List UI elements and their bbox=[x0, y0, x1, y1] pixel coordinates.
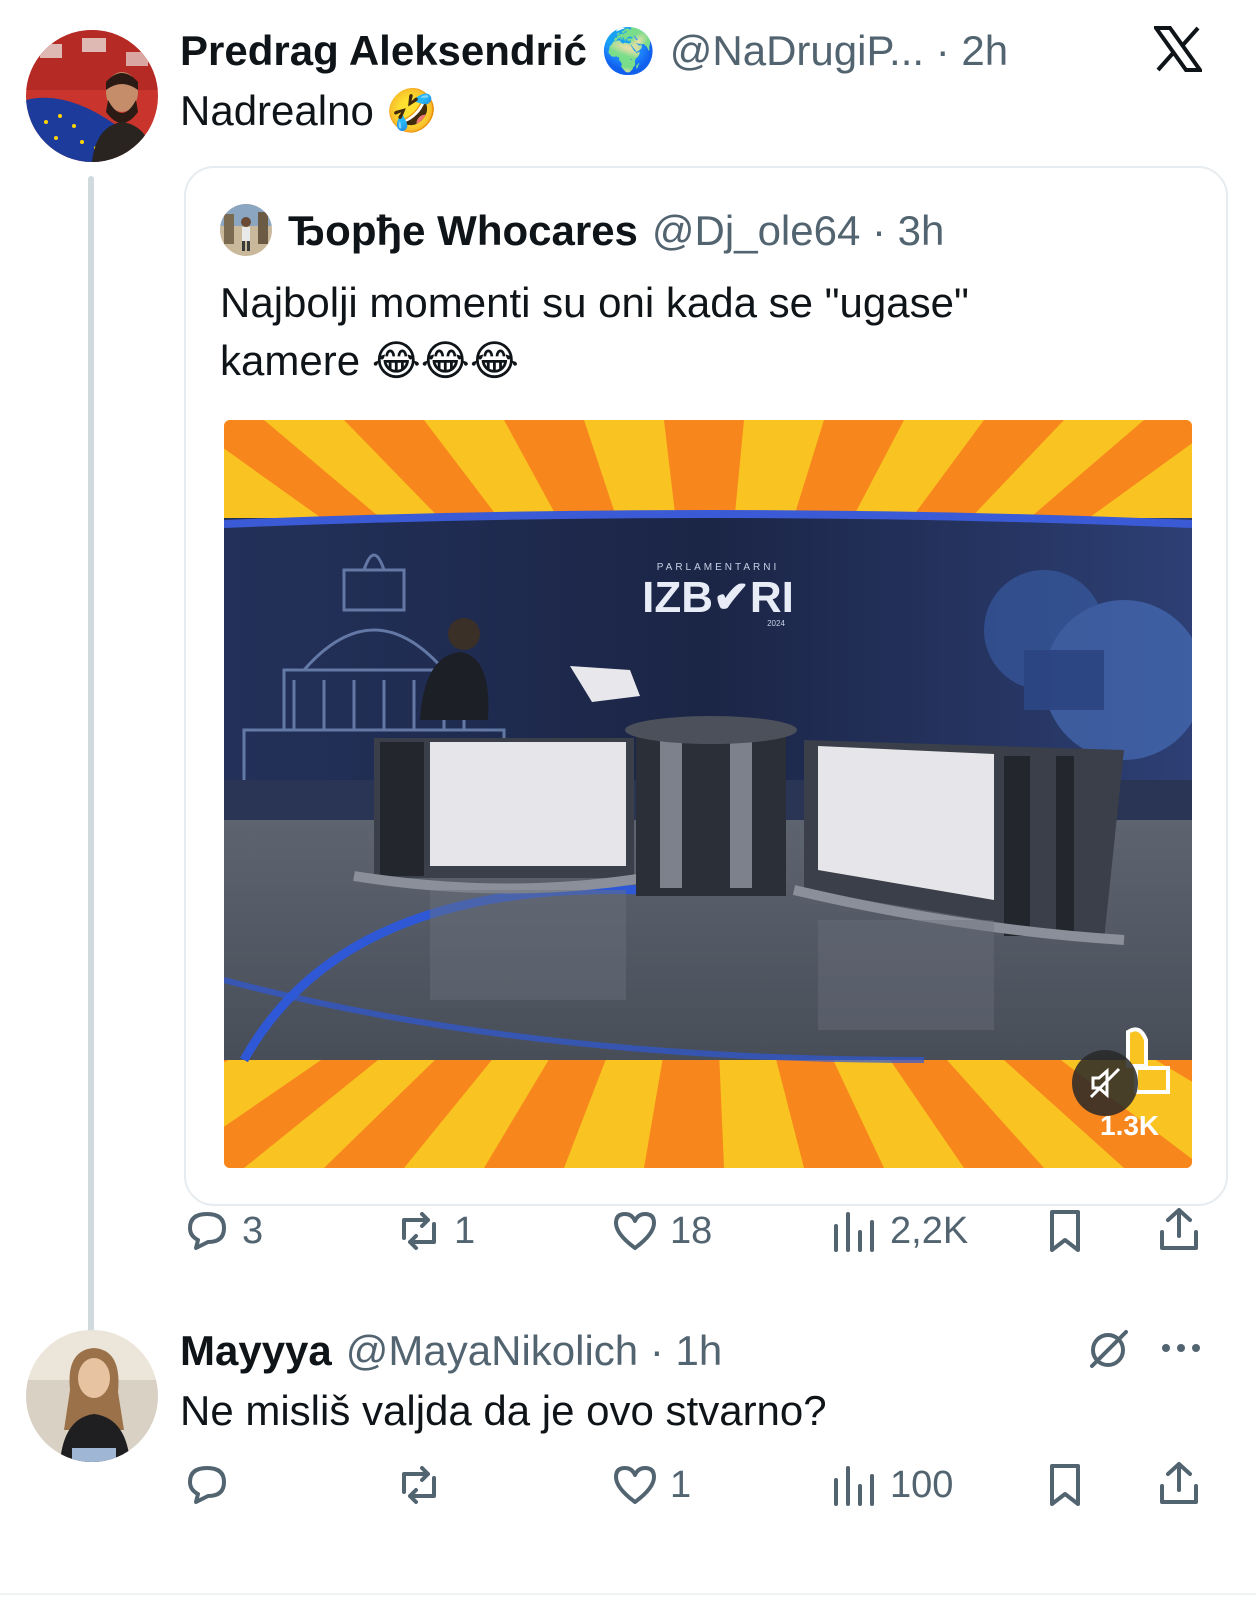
reply-views-count: 100 bbox=[890, 1463, 954, 1506]
like-count: 18 bbox=[670, 1209, 713, 1252]
quoted-tweet-header: Ђорђе Whocares @Dj_ole64 · 3h bbox=[288, 206, 944, 256]
tweet-header: Predrag Aleksendrić 🌍 @NaDrugiP... · 2h bbox=[180, 24, 1008, 78]
reply-reply-button[interactable] bbox=[182, 1460, 242, 1510]
reply-icon bbox=[188, 1466, 226, 1504]
quoted-tweet-text-line2: kamere 😂😂😂 bbox=[220, 337, 519, 384]
share-button[interactable] bbox=[1156, 1206, 1202, 1252]
globe-badge-icon: 🌍 bbox=[600, 26, 656, 77]
reply-bookmark-button[interactable] bbox=[1042, 1462, 1088, 1508]
author-handle-time[interactable]: @NaDrugiP... · 2h bbox=[670, 27, 1008, 75]
reply-button[interactable]: 3 bbox=[182, 1206, 263, 1256]
video-overlay-count: 1.3K bbox=[1100, 1110, 1160, 1141]
retweet-icon bbox=[402, 1212, 436, 1250]
reply-author-handle-time[interactable]: @MayaNikolich · 1h bbox=[346, 1327, 722, 1375]
mute-button[interactable] bbox=[1072, 1050, 1138, 1116]
reply-share-button[interactable] bbox=[1156, 1460, 1202, 1506]
thread-line bbox=[88, 176, 94, 1344]
retweet-icon bbox=[402, 1466, 436, 1504]
heart-icon bbox=[614, 1466, 656, 1504]
divider bbox=[0, 1593, 1256, 1595]
quoted-tweet-text-line1: Najbolji momenti su oni kada se "ugase" bbox=[220, 279, 969, 326]
quoted-author-handle-time: @Dj_ole64 · 3h bbox=[651, 207, 945, 254]
quoted-author-avatar bbox=[220, 204, 272, 256]
studio-sign-year: 2024 bbox=[767, 619, 785, 628]
views-count: 2,2K bbox=[890, 1209, 969, 1252]
reply-like-button[interactable]: 1 bbox=[610, 1460, 691, 1510]
x-logo-icon[interactable] bbox=[1152, 26, 1204, 72]
quoted-video-media[interactable]: PARLAMENTARNI IZB✔RI 2024 bbox=[224, 420, 1192, 1168]
reply-retweet-button[interactable] bbox=[394, 1460, 454, 1510]
speaker-muted-icon bbox=[1089, 1067, 1121, 1099]
reply-header: Mayyya @MayaNikolich · 1h bbox=[180, 1324, 722, 1378]
more-options-icon[interactable] bbox=[1160, 1340, 1202, 1356]
views-icon bbox=[834, 1212, 874, 1252]
share-icon bbox=[1160, 1462, 1198, 1504]
reply-count: 3 bbox=[242, 1209, 264, 1252]
views-icon bbox=[834, 1466, 874, 1506]
bookmark-icon bbox=[1050, 1464, 1080, 1506]
reply-like-count: 1 bbox=[670, 1463, 692, 1506]
studio-sign-big: IZB✔RI bbox=[642, 573, 794, 622]
reply-text: Ne misliš valjda da je ovo stvarno? bbox=[180, 1387, 827, 1434]
quoted-author-name: Ђорђе Whocares bbox=[288, 207, 638, 254]
studio-sign-small: PARLAMENTARNI bbox=[657, 562, 780, 573]
share-icon bbox=[1160, 1208, 1198, 1250]
retweet-count: 1 bbox=[454, 1209, 476, 1252]
author-avatar[interactable] bbox=[26, 30, 158, 162]
reply-icon bbox=[188, 1212, 226, 1250]
author-name[interactable]: Predrag Aleksendrić bbox=[180, 27, 587, 75]
like-button[interactable]: 18 bbox=[610, 1206, 712, 1256]
reply-author-avatar[interactable] bbox=[26, 1330, 158, 1462]
views-button[interactable]: 2,2K bbox=[828, 1206, 968, 1256]
reply-author-name[interactable]: Mayyya bbox=[180, 1327, 332, 1375]
heart-icon bbox=[614, 1212, 656, 1250]
grok-icon[interactable] bbox=[1086, 1326, 1132, 1372]
bookmark-icon bbox=[1050, 1210, 1080, 1252]
bookmark-button[interactable] bbox=[1042, 1208, 1088, 1254]
reply-views-button[interactable]: 100 bbox=[828, 1460, 953, 1510]
retweet-button[interactable]: 1 bbox=[394, 1206, 475, 1256]
tweet-text: Nadrealno 🤣 bbox=[180, 87, 438, 134]
